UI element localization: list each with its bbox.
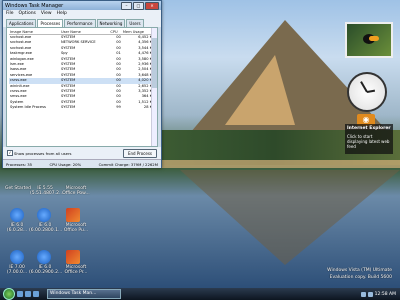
ie-icon[interactable] <box>10 208 24 222</box>
feed-gadget-title: Internet Explorer <box>347 126 391 131</box>
taskbar-button-label: Windows Task Man... <box>50 291 97 296</box>
ie-icon[interactable] <box>37 250 51 264</box>
menu-file[interactable]: File <box>6 11 14 16</box>
minimize-button[interactable]: – <box>121 1 132 10</box>
end-process-button[interactable]: End Process <box>122 148 157 158</box>
tab-users[interactable]: Users <box>126 19 144 27</box>
clock-gadget[interactable] <box>347 72 387 112</box>
wallpaper-mountain-highlight <box>225 55 295 125</box>
menu-view[interactable]: View <box>41 11 52 16</box>
watermark-line2: Evaluation copy. Build 5600 <box>329 275 392 280</box>
window-title: Windows Task Manager <box>5 2 64 9</box>
wallpaper-shore <box>140 160 400 168</box>
process-list-panel: Image Name User Name CPU Mem Usage svcho… <box>6 27 158 147</box>
ie-icon[interactable] <box>37 208 51 222</box>
wallpaper-reflection <box>180 170 400 265</box>
process-cpu: 99 <box>116 105 121 110</box>
process-mem: 28 K <box>143 105 152 110</box>
close-button[interactable]: ✕ <box>145 1 159 10</box>
watermark-line1: Windows Vista (TM) Ultimate <box>327 268 392 273</box>
menu-options[interactable]: Options <box>19 11 36 16</box>
process-name: System Idle Process <box>10 105 46 110</box>
maximize-button[interactable]: □ <box>133 1 144 10</box>
tab-performance[interactable]: Performance <box>64 19 96 27</box>
desktop-icon-label: Microsoft Office Pu... <box>63 223 89 233</box>
slideshow-gadget[interactable] <box>345 22 393 58</box>
system-tray: 12:58 AM <box>360 291 400 297</box>
quicklaunch-show-desktop-icon[interactable] <box>17 291 23 297</box>
desktop-icon-label: IE 6.0 (6.0.28... <box>6 223 28 233</box>
tab-strip: Applications Processes Performance Netwo… <box>3 17 161 27</box>
desktop-icon-label: IE 7.00 (7.00.0... <box>6 265 28 275</box>
checkbox-box[interactable]: ✓ <box>7 150 13 156</box>
feed-headlines-gadget[interactable]: Internet Explorer Click to start display… <box>345 124 393 154</box>
tab-networking[interactable]: Networking <box>96 19 126 27</box>
toucan-beak <box>369 36 379 41</box>
vertical-scrollbar[interactable] <box>151 28 157 146</box>
tab-applications[interactable]: Applications <box>6 19 37 27</box>
tab-processes[interactable]: Processes <box>37 19 64 27</box>
task-manager-window[interactable]: Windows Task Manager – □ ✕ File Options … <box>2 0 162 168</box>
desktop: Windows Task Manager – □ ✕ File Options … <box>0 0 400 288</box>
desktop-icon-label: IE 6.0 (6.00.2900.2... <box>29 265 63 275</box>
taskbar-button-task-manager[interactable]: Windows Task Man... <box>47 289 121 299</box>
quicklaunch-ie-icon[interactable] <box>33 291 39 297</box>
quicklaunch-switch-windows-icon[interactable] <box>25 291 31 297</box>
show-all-users-label: Show processes from all users <box>14 150 72 156</box>
process-table: Image Name User Name CPU Mem Usage svcho… <box>9 30 153 111</box>
office-icon[interactable] <box>66 208 80 222</box>
menu-help[interactable]: Help <box>57 11 67 16</box>
desktop-icon-label: IE 5.55 (5.51.4807.2... <box>30 186 64 196</box>
task-manager-actions: ✓ Show processes from all users End Proc… <box>3 147 161 159</box>
desktop-icon-label: Microsoft Office Pr... <box>64 265 88 275</box>
process-user: SYSTEM <box>60 105 76 110</box>
menubar: File Options View Help <box>3 10 161 17</box>
status-cpu: CPU Usage: 20% <box>49 161 82 167</box>
start-button[interactable] <box>3 288 15 300</box>
taskbar: Windows Task Man... 12:58 AM <box>0 288 400 300</box>
clock-hour-hand <box>366 89 376 93</box>
desktop-icon-label: Microsoft Office Pow... <box>62 186 90 196</box>
office-icon[interactable] <box>66 250 80 264</box>
table-row[interactable]: System Idle Process SYSTEM 99 28 K <box>9 105 153 110</box>
feed-gadget-body[interactable]: Click to start displaying latest web fee… <box>347 134 391 149</box>
desktop-icon-label: IE 6.0 (6.00.2800.1... <box>29 223 63 233</box>
ie-icon[interactable] <box>10 250 24 264</box>
get-started-label[interactable]: Get Started <box>3 186 33 191</box>
scrollbar-thumb[interactable] <box>152 38 157 88</box>
network-icon[interactable] <box>360 291 366 297</box>
show-all-users-checkbox[interactable]: ✓ Show processes from all users <box>7 150 72 156</box>
task-manager-titlebar[interactable]: Windows Task Manager – □ ✕ <box>3 1 161 10</box>
status-processes: Processes: 35 <box>6 161 33 167</box>
tray-clock[interactable]: 12:58 AM <box>375 292 396 297</box>
status-bar: Processes: 35 CPU Usage: 20% Commit Char… <box>3 159 161 168</box>
volume-icon[interactable] <box>367 291 373 297</box>
status-commit: Commit Charge: 379M / 2262M <box>98 161 158 167</box>
